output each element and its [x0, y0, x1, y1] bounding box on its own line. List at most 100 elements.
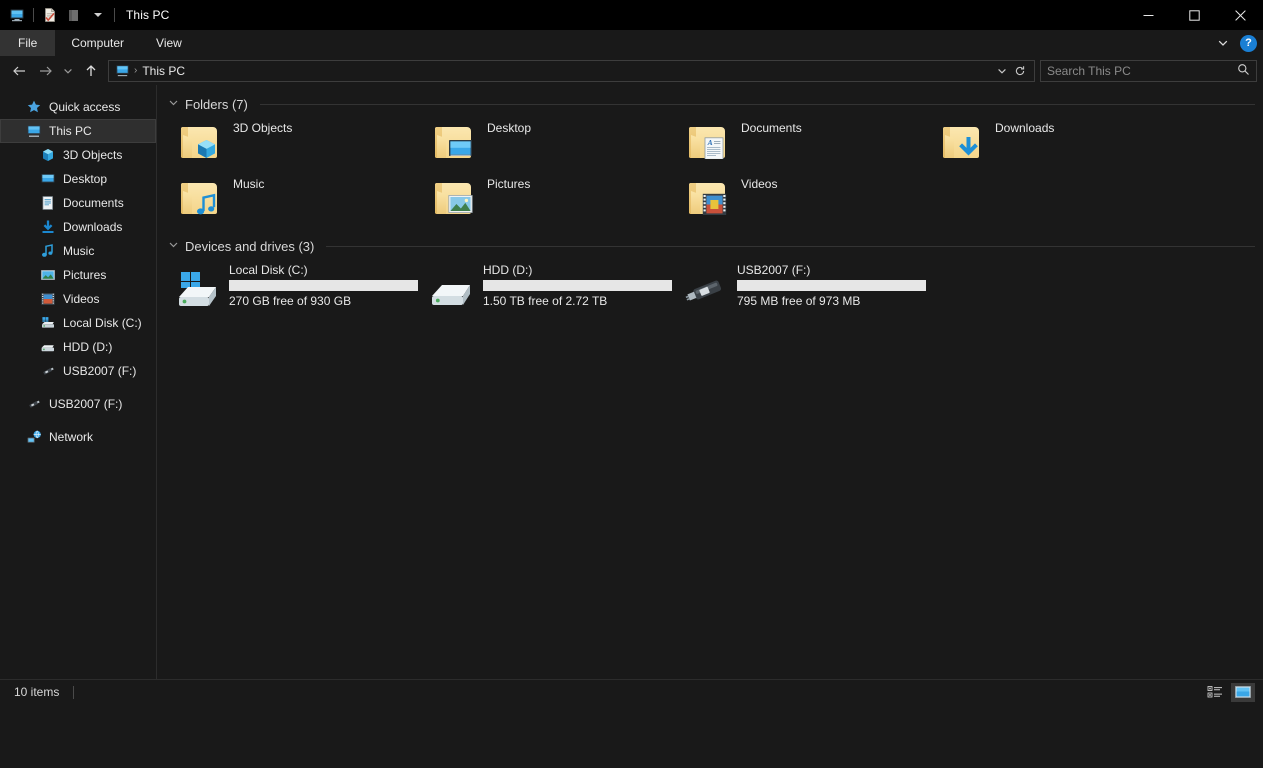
maximize-button[interactable] [1171, 0, 1217, 30]
sidebar-item-usb2007-f[interactable]: USB2007 (F:) [0, 359, 156, 383]
sidebar-item-desktop[interactable]: Desktop [0, 167, 156, 191]
item-count-label: 10 items [14, 685, 60, 699]
minimize-button[interactable] [1125, 0, 1171, 30]
group-title: Folders (7) [185, 96, 248, 112]
search-input[interactable]: Search This PC [1040, 59, 1257, 82]
sidebar-item-videos[interactable]: Videos [0, 287, 156, 311]
sidebar-item-label: Music [63, 244, 95, 258]
folder-tile[interactable]: Downloads [937, 115, 1191, 171]
large-icons-view-button[interactable] [1231, 682, 1255, 702]
sidebar-item-3d-objects[interactable]: 3D Objects [0, 143, 156, 167]
ribbon-tab-bar: File Computer View ? [0, 30, 1263, 56]
drive-name-label: Local Disk (C:) [229, 263, 308, 277]
drive-tile[interactable]: USB2007 (F:) 795 MB free of 973 MB [683, 259, 937, 309]
sidebar-item-quick-access[interactable]: Quick access [0, 95, 156, 119]
pictures-icon [40, 267, 56, 283]
folder-music-icon [179, 180, 223, 218]
ribbon-collapse-chevron-icon[interactable] [1212, 32, 1234, 54]
group-collapse-chevron-icon[interactable] [168, 239, 179, 253]
folder-tile-grid: 3D Objects Desktop A Documents Downloads… [165, 115, 1255, 227]
folder-tile[interactable]: 3D Objects [175, 115, 429, 171]
refresh-icon[interactable] [1012, 62, 1028, 80]
details-view-button[interactable] [1203, 683, 1227, 702]
group-divider [326, 245, 1255, 247]
tab-computer[interactable]: Computer [55, 30, 140, 56]
folder-desktop-icon [433, 124, 477, 162]
group-header[interactable]: Folders (7) [165, 93, 1255, 115]
sidebar-item-label: Documents [63, 196, 124, 210]
folder-tile[interactable]: Videos [683, 171, 937, 227]
drive-free-space-label: 270 GB free of 930 GB [229, 294, 352, 308]
address-dropdown-icon[interactable] [994, 62, 1010, 80]
hdd-drive-icon [429, 269, 475, 309]
window-controls [1125, 0, 1263, 30]
help-button[interactable]: ? [1240, 34, 1257, 52]
qat-separator-2 [114, 8, 115, 22]
sidebar-item-usb2007-f[interactable]: USB2007 (F:) [0, 392, 156, 416]
up-button[interactable] [78, 59, 104, 83]
folder-tile-label: Desktop [487, 121, 532, 135]
sidebar-item-network[interactable]: Network [0, 425, 156, 449]
folder-tile[interactable]: Desktop [429, 115, 683, 171]
group-header[interactable]: Devices and drives (3) [165, 235, 1255, 257]
sidebar-item-label: 3D Objects [63, 148, 123, 162]
usb-drive-icon [26, 396, 42, 412]
navigation-pane: Quick access This PC 3D Objects Desktop Docu… [0, 85, 157, 679]
this-pc-icon [26, 123, 42, 139]
sidebar-item-this-pc[interactable]: This PC [0, 119, 156, 143]
drive-name-label: HDD (D:) [483, 263, 533, 277]
tab-file[interactable]: File [0, 30, 56, 56]
drive-info: Local Disk (C:) 270 GB free of 930 GB [229, 263, 418, 308]
folder-3d-objects-icon [179, 124, 223, 162]
breadcrumb-text[interactable]: This PC [142, 64, 185, 78]
drive-capacity-bar [483, 280, 672, 291]
windows-drive-icon [175, 269, 221, 309]
sidebar-item-downloads[interactable]: Downloads [0, 215, 156, 239]
properties-icon[interactable] [39, 4, 61, 26]
sidebar-item-label: HDD (D:) [63, 340, 113, 354]
folder-tile[interactable]: A Documents [683, 115, 937, 171]
sidebar-item-label: Local Disk (C:) [63, 316, 142, 330]
drive-tile[interactable]: Local Disk (C:) 270 GB free of 930 GB [175, 259, 429, 309]
forward-button[interactable] [32, 59, 58, 83]
back-button[interactable] [6, 59, 32, 83]
documents-icon [40, 195, 56, 211]
usb-stick-icon [683, 269, 729, 309]
drive-tile[interactable]: HDD (D:) 1.50 TB free of 2.72 TB [429, 259, 683, 309]
usb-drive-icon [40, 363, 56, 379]
nav-group-gap [0, 416, 156, 425]
sidebar-item-music[interactable]: Music [0, 239, 156, 263]
new-folder-icon[interactable] [63, 4, 85, 26]
search-placeholder: Search This PC [1047, 63, 1131, 78]
this-pc-icon[interactable] [6, 4, 28, 26]
folder-videos-icon [687, 180, 731, 218]
content-pane: Folders (7) 3D Objects Desktop A Documen… [157, 85, 1263, 679]
sidebar-item-documents[interactable]: Documents [0, 191, 156, 215]
qat-separator-1 [33, 8, 34, 22]
folder-tile[interactable]: Pictures [429, 171, 683, 227]
breadcrumb[interactable]: › This PC [108, 59, 1035, 82]
group-collapse-chevron-icon[interactable] [168, 97, 179, 111]
sidebar-item-label: Quick access [49, 100, 121, 114]
recent-locations-chevron-icon[interactable] [58, 59, 78, 83]
network-icon [26, 429, 42, 445]
search-icon[interactable] [1237, 63, 1250, 79]
group-title: Devices and drives (3) [185, 238, 315, 254]
folder-tile[interactable]: Music [175, 171, 429, 227]
drive-tile-grid: Local Disk (C:) 270 GB free of 930 GB HD… [165, 259, 1255, 309]
videos-icon [40, 291, 56, 307]
group-divider [259, 103, 1255, 105]
hdd-icon [40, 339, 56, 355]
sidebar-item-label: Desktop [63, 172, 108, 186]
sidebar-item-hdd-d[interactable]: HDD (D:) [0, 335, 156, 359]
sidebar-item-pictures[interactable]: Pictures [0, 263, 156, 287]
sidebar-item-label: USB2007 (F:) [63, 364, 137, 378]
customize-chevron-icon[interactable] [87, 4, 109, 26]
folder-tile-label: 3D Objects [233, 121, 293, 135]
tab-view[interactable]: View [140, 30, 198, 56]
breadcrumb-separator[interactable]: › [134, 65, 137, 76]
folder-tile-label: Documents [741, 121, 802, 135]
sidebar-item-local-disk-c[interactable]: Local Disk (C:) [0, 311, 156, 335]
close-button[interactable] [1217, 0, 1263, 30]
sidebar-item-label: Pictures [63, 268, 107, 282]
